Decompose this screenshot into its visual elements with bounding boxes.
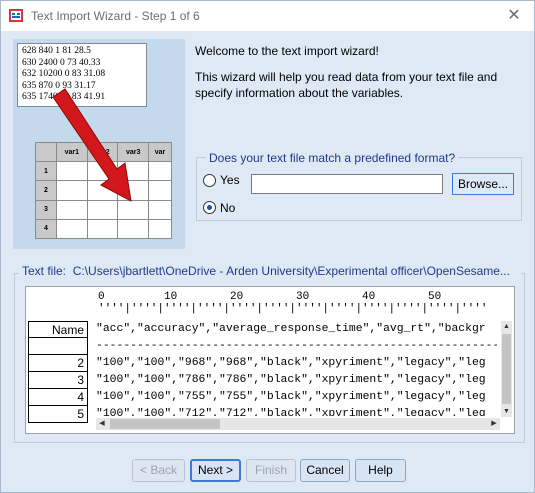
yes-radio[interactable] bbox=[203, 174, 216, 187]
text-file-path: C:\Users\jbartlett\OneDrive - Arden Univ… bbox=[72, 264, 510, 278]
red-arrow-icon bbox=[52, 88, 132, 202]
row-label: Name bbox=[28, 321, 88, 338]
spss-app-icon bbox=[9, 9, 23, 22]
vertical-scroll-thumb[interactable] bbox=[502, 334, 511, 404]
format-file-input[interactable] bbox=[251, 174, 443, 194]
preview-line: "100","100","968","968","black","xpyrime… bbox=[96, 357, 486, 369]
row-label: 4 bbox=[28, 389, 88, 406]
window-title: Text Import Wizard - Step 1 of 6 bbox=[31, 9, 200, 23]
vertical-scrollbar[interactable]: ▲ ▼ bbox=[501, 321, 512, 417]
finish-button[interactable]: Finish bbox=[246, 459, 296, 482]
scroll-left-icon[interactable]: ◀ bbox=[96, 418, 108, 430]
preview-line: "acc","accuracy","average_response_time"… bbox=[96, 323, 486, 335]
preview-text-area[interactable]: "acc","accuracy","average_response_time"… bbox=[96, 321, 497, 416]
browse-button[interactable]: Browse... bbox=[452, 173, 514, 195]
cancel-button[interactable]: Cancel bbox=[300, 459, 350, 482]
wizard-illustration: 628 840 1 81 28.5 630 2400 0 73 40.33 632 … bbox=[13, 39, 185, 249]
scroll-up-icon[interactable]: ▲ bbox=[501, 321, 512, 332]
title-bar: Text Import Wizard - Step 1 of 6 ✕ bbox=[1, 1, 534, 31]
close-icon[interactable]: ✕ bbox=[494, 1, 534, 31]
scroll-down-icon[interactable]: ▼ bbox=[501, 406, 512, 417]
horizontal-scroll-thumb[interactable] bbox=[110, 419, 220, 429]
preview-line: "100","100","755","755","black","xpyrime… bbox=[96, 391, 486, 403]
back-button[interactable]: < Back bbox=[132, 459, 185, 482]
no-radio[interactable] bbox=[203, 201, 216, 214]
help-button[interactable]: Help bbox=[355, 459, 406, 482]
row-label: 5 bbox=[28, 406, 88, 423]
scroll-right-icon[interactable]: ▶ bbox=[488, 418, 500, 430]
text-file-label: Text file: bbox=[22, 264, 67, 278]
row-number-column: Name 2 3 4 5 bbox=[28, 321, 88, 423]
preview-line: "100","100","786","786","black","xpyrime… bbox=[96, 374, 486, 386]
next-button[interactable]: Next > bbox=[190, 459, 241, 482]
row-label bbox=[28, 338, 88, 355]
predefined-format-question: Does your text file match a predefined f… bbox=[206, 151, 459, 165]
ruler-ticks: ''''|''''|''''|''''|''''|''''|''''|''''|… bbox=[98, 303, 488, 315]
yes-radio-label[interactable]: Yes bbox=[220, 173, 240, 187]
text-file-path-label: Text file: C:\Users\jbartlett\OneDrive -… bbox=[19, 264, 521, 278]
preview-line: ----------------------------------------… bbox=[96, 340, 497, 352]
row-label: 3 bbox=[28, 372, 88, 389]
welcome-heading: Welcome to the text import wizard! bbox=[195, 44, 379, 58]
data-preview: 0 10 20 30 40 50 ''''|''''|''''|''''|'''… bbox=[25, 286, 515, 434]
wizard-description: This wizard will help you read data from… bbox=[195, 70, 498, 100]
intro-text: Welcome to the text import wizard! This … bbox=[195, 43, 525, 111]
ruler-numbers: 0 10 20 30 40 50 bbox=[98, 291, 442, 303]
text-import-wizard-window: Text Import Wizard - Step 1 of 6 ✕ 628 8… bbox=[0, 0, 535, 493]
row-label: 2 bbox=[28, 355, 88, 372]
no-radio-label[interactable]: No bbox=[220, 201, 235, 215]
horizontal-scrollbar[interactable]: ◀ ▶ bbox=[96, 418, 500, 430]
preview-line: "100","100","712","712","black","xpyrime… bbox=[96, 408, 486, 416]
column-ruler: 0 10 20 30 40 50 ''''|''''|''''|''''|'''… bbox=[98, 289, 510, 317]
